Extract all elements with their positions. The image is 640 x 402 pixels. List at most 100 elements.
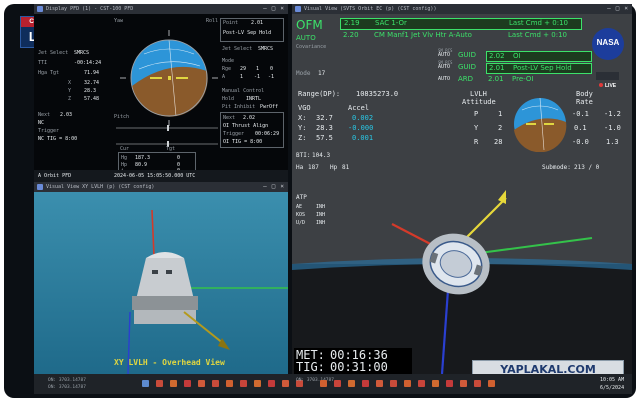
next-label: Next <box>223 115 236 121</box>
left-next-name: NC <box>38 120 45 126</box>
tti-val: -00:14:24 <box>74 60 102 66</box>
guid-box-1: 2.01 Post-LV Sep Hold <box>486 63 592 74</box>
app-icon[interactable] <box>198 380 205 387</box>
accel-label: Accel <box>348 104 370 112</box>
app-icon <box>295 6 301 12</box>
overhead-caption: XY LVLH - Overhead View <box>114 358 225 367</box>
app-icon[interactable] <box>446 380 453 387</box>
seq2-num: 2.20 <box>343 31 359 39</box>
jet-select-label-right: Jet Select <box>222 46 253 52</box>
app-icon[interactable] <box>432 380 439 387</box>
start-icon[interactable] <box>142 380 149 387</box>
bti-val: 104.3 <box>312 152 331 159</box>
atp-ae-val: INH <box>316 204 326 210</box>
taskbar: ON: 3703.14787 ON: 3703.14787 ON: 3703.1… <box>34 374 632 394</box>
vgo-z-val: 57.5 <box>316 134 333 142</box>
rate-y-val2: -1.0 <box>604 124 621 132</box>
z-label: Z <box>68 96 72 102</box>
vgo-x-label: X: <box>298 114 307 122</box>
app-icon[interactable] <box>240 380 247 387</box>
point-box: Point 2.01 Post-LV Sep Hold <box>220 18 284 42</box>
rate-p-val: -0.1 <box>572 110 589 118</box>
y-val: 28.3 <box>84 88 97 94</box>
trigger-label: Trigger <box>223 131 245 137</box>
atp-kos-val: INH <box>316 212 326 218</box>
app-icon[interactable] <box>254 380 261 387</box>
clock-date[interactable]: 6/5/2024 <box>600 385 624 391</box>
pfd-date: 2024-06-05 15:05:50.000 UTC <box>114 173 196 179</box>
app-icon[interactable] <box>268 380 275 387</box>
live-text: LIVE <box>605 83 617 89</box>
rate-p-val2: -1.2 <box>604 110 621 118</box>
overhead-view-window[interactable]: Visual View XY LVLH (p) (CST config) – □ × … <box>34 182 288 374</box>
atp-ae-label: AE <box>296 204 303 210</box>
rate-label: Rate <box>576 98 593 106</box>
oi-tig: OI TIG = 8:00 <box>223 139 263 145</box>
app-icon[interactable] <box>212 380 219 387</box>
guid-box-0: 2.02 OI <box>486 51 592 62</box>
vis2-titlebar[interactable]: Visual View (SVTS Orbit EC (p) (CST conf… <box>292 4 632 14</box>
ha-label: Ha <box>296 164 304 171</box>
maximize-icon[interactable]: □ <box>616 5 620 12</box>
range-val: 10835273.0 <box>356 90 399 98</box>
guid-name-1: Post-LV Sep Hold <box>513 64 572 72</box>
vis1-titlebar[interactable]: Visual View XY LVLH (p) (CST config) – □ × <box>34 182 288 192</box>
app-icon[interactable] <box>376 380 383 387</box>
guid-table: SM RCS AUTO GUID 2.02 OI SM RCS AUTO GUI… <box>438 48 592 84</box>
app-icon[interactable] <box>474 380 481 387</box>
app-icon[interactable] <box>226 380 233 387</box>
app-icon[interactable] <box>460 380 467 387</box>
app-icon[interactable] <box>170 380 177 387</box>
guid-label-1: GUID <box>458 63 477 71</box>
main-view-window[interactable]: Visual View (SVTS Orbit EC (p) (CST conf… <box>292 4 632 374</box>
mode-label: Mode <box>296 70 311 77</box>
app-icon[interactable] <box>488 380 495 387</box>
app-icon[interactable] <box>334 380 341 387</box>
guid-box-2: 2.01 Pre-OI <box>486 75 590 84</box>
clock-time[interactable]: 10:05 AM <box>600 377 624 383</box>
rate-y-val: 0.1 <box>574 124 587 132</box>
close-icon[interactable]: × <box>624 5 628 12</box>
att-y-val: 2 <box>498 124 503 132</box>
seq2-cmd: Last Cmd + 0:10 <box>508 31 567 39</box>
pitch-label: Pitch <box>114 114 130 120</box>
att-y-label: Y <box>474 124 479 132</box>
nasa-text: NASA <box>596 38 620 47</box>
guid-mode-0: AUTO <box>438 52 451 58</box>
pit-val: PwrOff <box>260 104 279 110</box>
seq1-cmd: Last Cmd + 0:10 <box>509 19 568 27</box>
tti-label: TTI <box>38 60 48 66</box>
seq1-num: 2.19 <box>344 19 360 27</box>
att-r-label: R <box>474 138 479 146</box>
bti-label: BTI: <box>296 152 311 159</box>
guid-mode-1: AUTO <box>438 64 451 70</box>
mode-val: 17 <box>318 70 326 77</box>
app-icon[interactable] <box>320 380 327 387</box>
close-icon[interactable]: × <box>280 5 284 12</box>
pfd-titlebar[interactable]: Display PFD (1) - CST-100 PFD – □ × <box>34 4 288 14</box>
app-icon[interactable] <box>362 380 369 387</box>
nasa-logo: NASA <box>592 28 624 60</box>
atp-kos-label: KOS <box>296 212 306 218</box>
minimize-icon[interactable]: – <box>263 5 267 12</box>
maximize-icon[interactable]: □ <box>272 183 276 190</box>
trigger-time: 00:06:29 <box>255 131 280 137</box>
manual-control: Manual Control <box>222 88 265 94</box>
tig-val: 00:31:00 <box>330 360 388 374</box>
app-icon[interactable] <box>282 380 289 387</box>
app-icon[interactable] <box>156 380 163 387</box>
app-icon[interactable] <box>184 380 191 387</box>
minimize-icon[interactable]: – <box>263 183 267 190</box>
pfd-tab[interactable]: A Orbit PFD <box>38 173 71 179</box>
watermark-text: YAPLAKAL.COM <box>500 363 596 374</box>
rge-b: 0 <box>270 66 274 72</box>
app-icon[interactable] <box>404 380 411 387</box>
pfd-window[interactable]: Display PFD (1) - CST-100 PFD – □ × Jet Sel… <box>34 4 288 182</box>
app-icon[interactable] <box>348 380 355 387</box>
close-icon[interactable]: × <box>280 183 284 190</box>
minimize-icon[interactable]: – <box>607 5 611 12</box>
maximize-icon[interactable]: □ <box>272 5 276 12</box>
app-icon[interactable] <box>418 380 425 387</box>
app-icon[interactable] <box>390 380 397 387</box>
seq1-name: SAC 1-Or <box>375 19 407 27</box>
